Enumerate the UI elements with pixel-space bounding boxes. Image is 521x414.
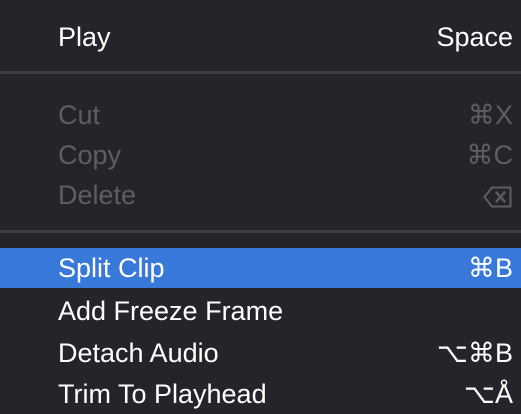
menu-item-label: Add Freeze Frame <box>58 296 284 326</box>
menu-item-label: Detach Audio <box>58 338 219 368</box>
menu-item-detach-audio[interactable]: Detach Audio ⌥⌘B <box>0 333 521 373</box>
menu-item-split-clip[interactable]: Split Clip ⌘B <box>0 248 521 288</box>
menu-separator <box>0 230 521 233</box>
menu-item-label: Trim To Playhead <box>58 379 267 409</box>
menu-item-shortcut: Space <box>436 22 513 52</box>
menu-item-shortcut: ⌥Å <box>463 379 513 409</box>
menu-item-shortcut: ⌘X <box>467 100 513 130</box>
context-menu: Play Space Cut ⌘X Copy ⌘C Delete Split C… <box>0 0 521 414</box>
menu-item-label: Delete <box>58 180 137 210</box>
menu-item-cut[interactable]: Cut ⌘X <box>0 95 521 135</box>
menu-item-trim-to-playhead[interactable]: Trim To Playhead ⌥Å <box>0 374 521 414</box>
menu-item-shortcut: ⌘C <box>466 140 514 170</box>
menu-item-label: Copy <box>58 140 122 170</box>
menu-item-label: Cut <box>58 100 101 130</box>
menu-item-delete[interactable]: Delete <box>0 175 521 215</box>
menu-item-label: Play <box>58 22 111 52</box>
menu-separator <box>0 71 521 74</box>
menu-item-copy[interactable]: Copy ⌘C <box>0 135 521 175</box>
menu-item-label: Split Clip <box>58 253 165 283</box>
menu-item-shortcut: ⌥⌘B <box>436 338 513 368</box>
menu-item-add-freeze-frame[interactable]: Add Freeze Frame <box>0 291 521 331</box>
menu-item-shortcut: ⌘B <box>467 253 513 283</box>
menu-item-play[interactable]: Play Space <box>0 17 521 57</box>
delete-key-icon <box>483 186 512 208</box>
menu-item-shortcut <box>483 175 513 215</box>
